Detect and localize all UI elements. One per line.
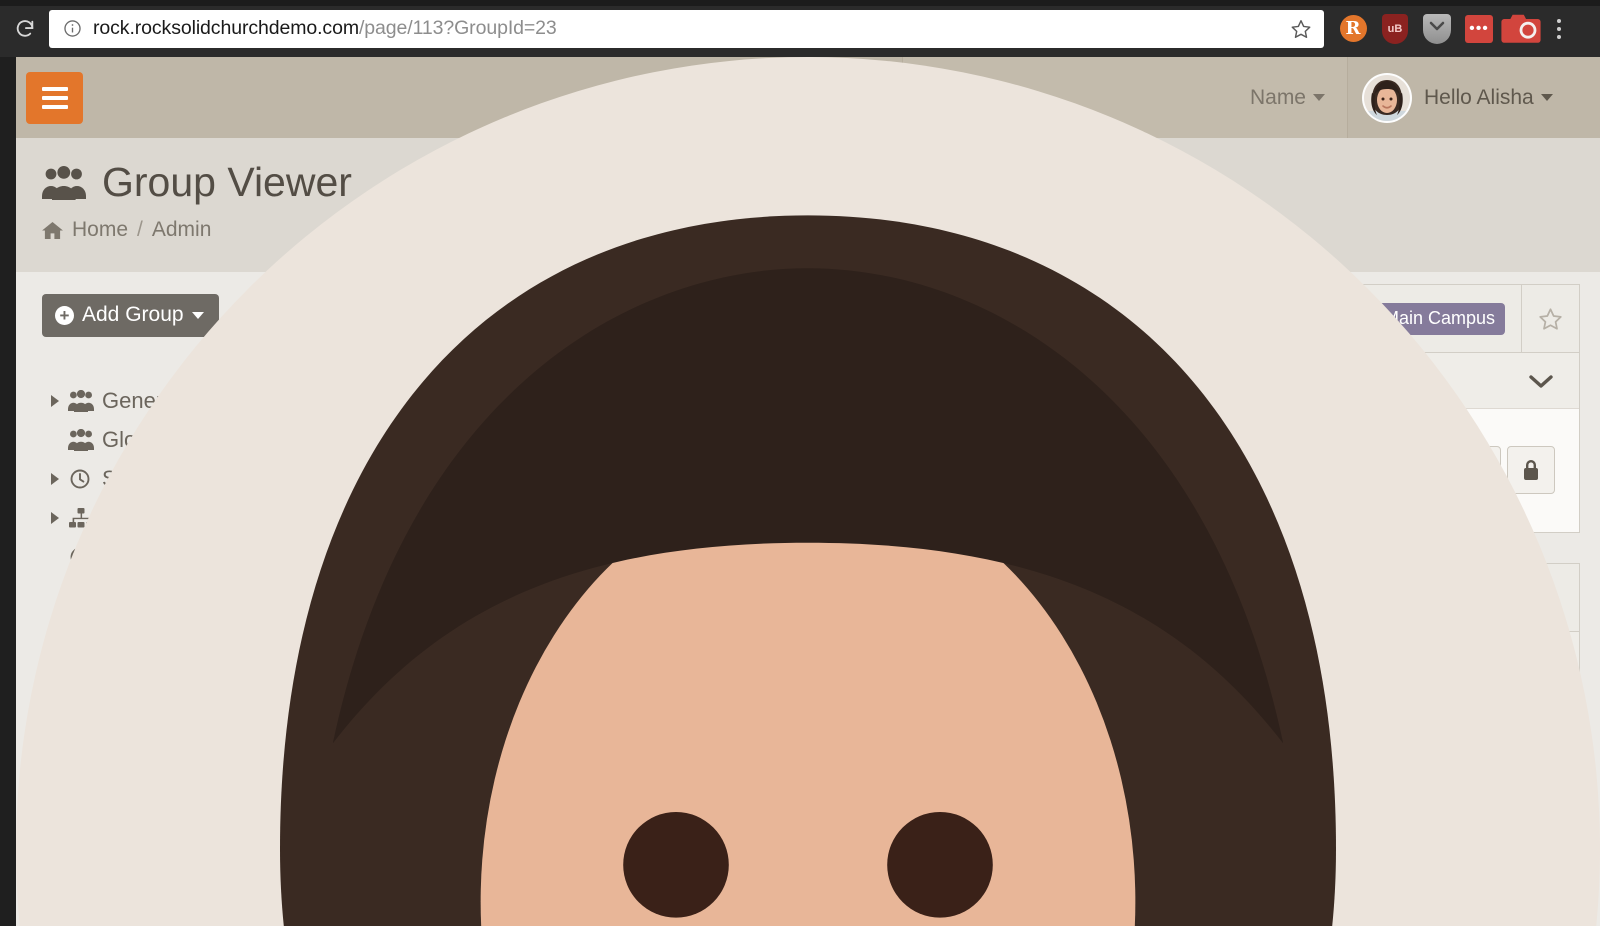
bookmark-star-icon[interactable] (1288, 16, 1314, 42)
pocket-extension-icon[interactable] (1416, 8, 1458, 50)
table-row[interactable]: Alisha Admin Adult Active (16, 57, 1600, 926)
pocket-badge (1423, 13, 1451, 44)
row-name-cell: Alisha Admin (16, 57, 1600, 926)
extension-toolbar: R uB ••• (1332, 8, 1576, 50)
ublock-origin-icon[interactable]: uB (1374, 8, 1416, 50)
lastpass-badge: ••• (1465, 14, 1493, 43)
url-path: /page/113?GroupId=23 (358, 17, 557, 39)
rock-extension-icon[interactable]: R (1332, 8, 1374, 50)
url-text[interactable]: rock.rocksolidchurchdemo.com/page/113?Gr… (93, 17, 1288, 40)
tab-strip (0, 0, 1600, 6)
family-members-panel: Family Family Members Filter Options (16, 57, 1600, 926)
page-info-icon[interactable] (63, 19, 82, 38)
address-bar[interactable]: rock.rocksolidchurchdemo.com/page/113?Gr… (49, 9, 1324, 48)
main-content: Admin Inactive Family Main Campus (16, 57, 1600, 926)
lastpass-extension-icon[interactable]: ••• (1458, 8, 1500, 50)
members-grid: Name Role Member Status (16, 57, 1600, 926)
members-grid-body: Alisha Admin Adult Active (16, 57, 1600, 926)
left-gutter (0, 57, 16, 926)
screenshot-extension-icon[interactable] (1500, 8, 1542, 50)
rock-extension-badge: R (1339, 15, 1367, 42)
chrome-menu-icon[interactable] (1542, 8, 1576, 50)
page-viewport: Name Hello Alisha Group Viewer Home / Ad… (0, 57, 1600, 926)
avatar (16, 57, 1600, 926)
reload-icon[interactable] (2, 6, 48, 52)
camera-icon (1501, 14, 1541, 43)
page-body: + Add Group General Groups (16, 57, 1600, 926)
browser-chrome: rock.rocksolidchurchdemo.com/page/113?Gr… (0, 0, 1600, 57)
ublock-badge: uB (1382, 13, 1408, 44)
url-domain: rock.rocksolidchurchdemo.com (93, 17, 359, 39)
